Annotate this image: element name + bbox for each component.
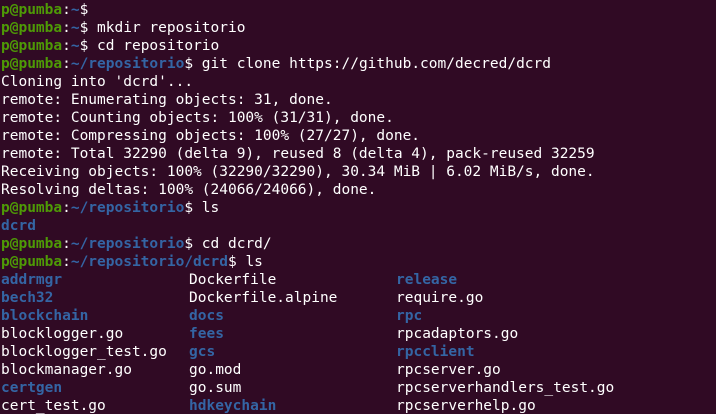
- directory-entry: fees: [189, 326, 224, 342]
- directory-entry: rpc: [396, 308, 423, 324]
- directory-entry: gcs: [189, 344, 216, 360]
- prompt-path: ~: [70, 20, 80, 36]
- prompt-colon: :: [62, 236, 71, 252]
- directory-entry: hdkeychain: [189, 398, 277, 414]
- prompt-line: p@pumba:~/repositorio$ git clone https:/…: [0, 55, 716, 73]
- prompt-colon: :: [62, 38, 71, 54]
- command-text: mkdir repositorio: [88, 20, 246, 36]
- ls-row: blockmanager.go go.mod rpcserver.go: [0, 361, 716, 379]
- directory-entry: addrmgr: [1, 272, 63, 288]
- output-line: remote: Counting objects: 100% (31/31), …: [1, 110, 394, 126]
- directory-entry: rpcclient: [396, 344, 475, 360]
- prompt-colon: :: [62, 56, 71, 72]
- ls-output-line: dcrd: [0, 217, 716, 235]
- command-text: cd repositorio: [88, 38, 220, 54]
- file-entry: rpcserver.go: [396, 362, 501, 378]
- prompt-user-host: p@pumba: [1, 236, 63, 252]
- file-entry: go.sum: [189, 380, 242, 396]
- output-line: Receiving objects: 100% (32290/32290), 3…: [1, 164, 595, 180]
- command-text: git clone https://github.com/decred/dcrd: [193, 56, 551, 72]
- prompt-user-host: p@pumba: [1, 38, 63, 54]
- command-text: ls: [236, 254, 263, 270]
- prompt-symbol: $: [79, 38, 89, 54]
- command-text: cd dcrd/: [193, 236, 272, 252]
- file-entry: Dockerfile: [189, 272, 277, 288]
- directory-entry: certgen: [1, 380, 63, 396]
- prompt-line: p@pumba:~$ mkdir repositorio: [0, 19, 716, 37]
- prompt-symbol: $: [79, 20, 89, 36]
- file-entry: cert_test.go: [1, 398, 106, 414]
- ls-row: addrmgr Dockerfile release: [0, 271, 716, 289]
- prompt-symbol: $: [184, 200, 194, 216]
- prompt-line: p@pumba:~/repositorio$ cd dcrd/: [0, 235, 716, 253]
- ls-row: certgen go.sum rpcserverhandlers_test.go: [0, 379, 716, 397]
- output-line: remote: Total 32290 (delta 9), reused 8 …: [1, 146, 595, 162]
- file-entry: Dockerfile.alpine: [189, 290, 338, 306]
- prompt-symbol: $: [184, 236, 194, 252]
- prompt-path: ~: [70, 2, 80, 18]
- file-entry: rpcserverhandlers_test.go: [396, 380, 615, 396]
- directory-entry: dcrd: [1, 218, 36, 234]
- file-entry: blockmanager.go: [1, 362, 132, 378]
- prompt-symbol: $: [227, 254, 237, 270]
- ls-row: cert_test.go hdkeychain rpcserverhelp.go: [0, 397, 716, 414]
- prompt-colon: :: [62, 2, 71, 18]
- file-entry: blocklogger_test.go: [1, 344, 167, 360]
- prompt-path: ~/repositorio: [70, 236, 185, 252]
- prompt-user-host: p@pumba: [1, 2, 63, 18]
- output-line: Cloning into 'dcrd'...: [1, 74, 194, 90]
- file-entry: blocklogger.go: [1, 326, 124, 342]
- prompt-path: ~/repositorio: [70, 200, 185, 216]
- output-line: Resolving deltas: 100% (24066/24066), do…: [1, 182, 377, 198]
- file-entry: rpcserverhelp.go: [396, 398, 536, 414]
- ls-listing: addrmgr Dockerfile release bech32 Dockerfile…: [0, 271, 716, 414]
- prompt-path: ~: [70, 38, 80, 54]
- prompt-line: p@pumba:~/repositorio/dcrd$ ls: [0, 253, 716, 271]
- command-text: ls: [193, 200, 220, 216]
- prompt-user-host: p@pumba: [1, 20, 63, 36]
- prompt-line: p@pumba:~$ cd repositorio: [0, 37, 716, 55]
- prompt-line: p@pumba:~$: [0, 1, 716, 19]
- prompt-line: p@pumba:~/repositorio$ ls: [0, 199, 716, 217]
- prompt-symbol: $: [79, 2, 89, 18]
- terminal-window[interactable]: p@pumba:~$ p@pumba:~$ mkdir repositorio …: [0, 0, 716, 414]
- prompt-path: ~/repositorio/dcrd: [70, 254, 228, 270]
- directory-entry: bech32: [1, 290, 54, 306]
- file-entry: require.go: [396, 290, 484, 306]
- output-line: remote: Compressing objects: 100% (27/27…: [1, 128, 421, 144]
- prompt-symbol: $: [184, 56, 194, 72]
- directory-entry: docs: [189, 308, 224, 324]
- prompt-path: ~/repositorio: [70, 56, 185, 72]
- prompt-colon: :: [62, 200, 71, 216]
- file-entry: go.mod: [189, 362, 242, 378]
- directory-entry: blockchain: [1, 308, 89, 324]
- ls-row: blockchain docs rpc: [0, 307, 716, 325]
- output-line: remote: Enumerating objects: 31, done.: [1, 92, 333, 108]
- ls-row: bech32 Dockerfile.alpine require.go: [0, 289, 716, 307]
- prompt-user-host: p@pumba: [1, 56, 63, 72]
- ls-row: blocklogger_test.go gcs rpcclient: [0, 343, 716, 361]
- prompt-user-host: p@pumba: [1, 200, 63, 216]
- prompt-user-host: p@pumba: [1, 254, 63, 270]
- prompt-colon: :: [62, 254, 71, 270]
- ls-row: blocklogger.go fees rpcadaptors.go: [0, 325, 716, 343]
- directory-entry: release: [396, 272, 458, 288]
- prompt-colon: :: [62, 20, 71, 36]
- file-entry: rpcadaptors.go: [396, 326, 519, 342]
